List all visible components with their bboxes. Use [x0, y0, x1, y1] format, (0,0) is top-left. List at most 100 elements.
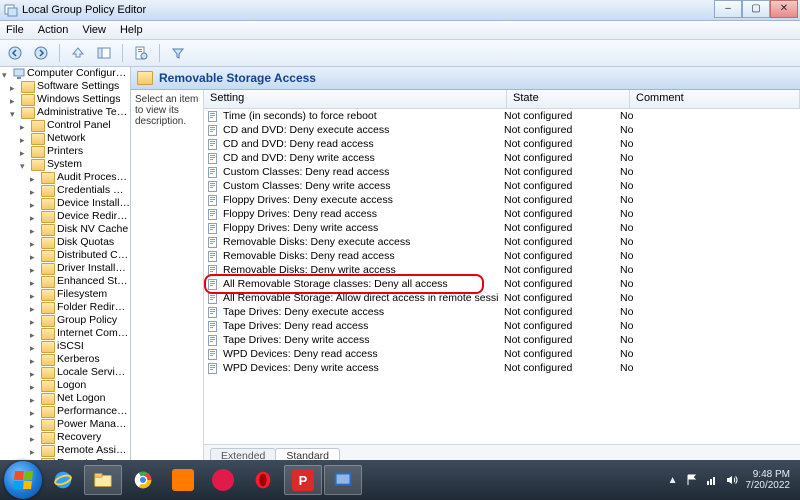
setting-row[interactable]: CD and DVD: Deny read accessNot configur…: [204, 137, 800, 151]
tree-twisty-icon[interactable]: [30, 251, 39, 260]
taskbar-app-icon-3[interactable]: P: [284, 465, 322, 495]
tray-up-icon[interactable]: ▲: [668, 475, 678, 486]
setting-row[interactable]: Tape Drives: Deny execute accessNot conf…: [204, 305, 800, 319]
tree-item[interactable]: Disk Quotas: [30, 236, 130, 249]
up-button[interactable]: [67, 42, 89, 64]
tree-twisty-icon[interactable]: [30, 173, 39, 182]
taskbar-app-icon-1[interactable]: [164, 465, 202, 495]
tree-twisty-icon[interactable]: [30, 420, 39, 429]
tree-twisty-icon[interactable]: [30, 277, 39, 286]
tree-twisty-icon[interactable]: [2, 69, 11, 78]
tree-item[interactable]: Windows Settings: [10, 93, 130, 106]
setting-row[interactable]: CD and DVD: Deny execute accessNot confi…: [204, 123, 800, 137]
titlebar[interactable]: Local Group Policy Editor – ▢ ✕: [0, 0, 800, 21]
tree-item[interactable]: Power Managemen: [30, 418, 130, 431]
maximize-button[interactable]: ▢: [742, 0, 770, 18]
tree-twisty-icon[interactable]: [30, 186, 39, 195]
start-button[interactable]: [4, 461, 42, 499]
tree-item[interactable]: Group Policy: [30, 314, 130, 327]
setting-row[interactable]: WPD Devices: Deny write accessNot config…: [204, 361, 800, 375]
tree-twisty-icon[interactable]: [10, 95, 19, 104]
tree-item[interactable]: Audit Process Crea: [30, 171, 130, 184]
setting-row[interactable]: All Removable Storage classes: Deny all …: [204, 277, 800, 291]
tree-item[interactable]: Internet Communic: [30, 327, 130, 340]
clock[interactable]: 9:48 PM 7/20/2022: [746, 469, 791, 491]
tree-twisty-icon[interactable]: [30, 238, 39, 247]
tree-item[interactable]: Printers: [20, 145, 130, 158]
tree-twisty-icon[interactable]: [30, 316, 39, 325]
setting-row[interactable]: Time (in seconds) to force rebootNot con…: [204, 109, 800, 123]
tree-item[interactable]: Administrative Templates: [10, 106, 130, 119]
menu-view[interactable]: View: [82, 24, 106, 36]
tree-twisty-icon[interactable]: [30, 381, 39, 390]
tree-item[interactable]: iSCSI: [30, 340, 130, 353]
tree-pane[interactable]: Computer ConfigurationSoftware SettingsW…: [0, 67, 131, 463]
tree-item[interactable]: Device Redirection: [30, 210, 130, 223]
tree-item[interactable]: Disk NV Cache: [30, 223, 130, 236]
tree-twisty-icon[interactable]: [20, 134, 29, 143]
tree-item[interactable]: Credentials Delega: [30, 184, 130, 197]
setting-row[interactable]: Floppy Drives: Deny execute accessNot co…: [204, 193, 800, 207]
volume-icon[interactable]: [726, 474, 738, 486]
tree-twisty-icon[interactable]: [30, 446, 39, 455]
tree-twisty-icon[interactable]: [30, 225, 39, 234]
tree-item[interactable]: Network: [20, 132, 130, 145]
tree-twisty-icon[interactable]: [30, 264, 39, 273]
tree-item[interactable]: Folder Redirection: [30, 301, 130, 314]
tree-twisty-icon[interactable]: [20, 147, 29, 156]
menu-help[interactable]: Help: [120, 24, 143, 36]
col-state[interactable]: State: [507, 90, 630, 108]
setting-row[interactable]: Custom Classes: Deny read accessNot conf…: [204, 165, 800, 179]
taskbar[interactable]: P ▲ 9:48 PM 7/20/2022: [0, 460, 800, 500]
tree-twisty-icon[interactable]: [30, 329, 39, 338]
tree-item[interactable]: Logon: [30, 379, 130, 392]
setting-row[interactable]: Floppy Drives: Deny read accessNot confi…: [204, 207, 800, 221]
setting-row[interactable]: WPD Devices: Deny read accessNot configu…: [204, 347, 800, 361]
setting-row[interactable]: Tape Drives: Deny read accessNot configu…: [204, 319, 800, 333]
filter-button[interactable]: [167, 42, 189, 64]
tree-twisty-icon[interactable]: [20, 160, 29, 169]
tree-item[interactable]: Filesystem: [30, 288, 130, 301]
tree-item[interactable]: Distributed COM: [30, 249, 130, 262]
tree-twisty-icon[interactable]: [10, 108, 19, 117]
tree-twisty-icon[interactable]: [30, 199, 39, 208]
setting-row[interactable]: Removable Disks: Deny write accessNot co…: [204, 263, 800, 277]
tree-item[interactable]: Kerberos: [30, 353, 130, 366]
tree-twisty-icon[interactable]: [30, 342, 39, 351]
settings-list[interactable]: Time (in seconds) to force rebootNot con…: [204, 109, 800, 444]
taskbar-opera-icon[interactable]: [244, 465, 282, 495]
tree-item[interactable]: Enhanced Storage: [30, 275, 130, 288]
tree-twisty-icon[interactable]: [30, 394, 39, 403]
tree-twisty-icon[interactable]: [30, 355, 39, 364]
tree-item[interactable]: Software Settings: [10, 80, 130, 93]
menu-file[interactable]: File: [6, 24, 24, 36]
column-headers[interactable]: Setting State Comment: [204, 90, 800, 109]
setting-row[interactable]: Removable Disks: Deny read accessNot con…: [204, 249, 800, 263]
tree-twisty-icon[interactable]: [20, 121, 29, 130]
taskbar-explorer-icon[interactable]: [84, 465, 122, 495]
taskbar-app-icon-2[interactable]: [204, 465, 242, 495]
properties-button[interactable]: [130, 42, 152, 64]
col-comment[interactable]: Comment: [630, 90, 800, 108]
setting-row[interactable]: Custom Classes: Deny write accessNot con…: [204, 179, 800, 193]
tree-twisty-icon[interactable]: [30, 212, 39, 221]
col-setting[interactable]: Setting: [204, 90, 507, 108]
tree-item[interactable]: Recovery: [30, 431, 130, 444]
setting-row[interactable]: Removable Disks: Deny execute accessNot …: [204, 235, 800, 249]
tree-twisty-icon[interactable]: [30, 407, 39, 416]
setting-row[interactable]: Tape Drives: Deny write accessNot config…: [204, 333, 800, 347]
taskbar-chrome-icon[interactable]: [124, 465, 162, 495]
tree-item[interactable]: System: [20, 158, 130, 171]
system-tray[interactable]: ▲ 9:48 PM 7/20/2022: [668, 469, 800, 491]
flag-icon[interactable]: [686, 474, 698, 486]
tree-twisty-icon[interactable]: [30, 290, 39, 299]
forward-button[interactable]: [30, 42, 52, 64]
tree-twisty-icon[interactable]: [30, 368, 39, 377]
minimize-button[interactable]: –: [714, 0, 742, 18]
tree-item[interactable]: Locale Services: [30, 366, 130, 379]
back-button[interactable]: [4, 42, 26, 64]
tree-item[interactable]: Control Panel: [20, 119, 130, 132]
close-button[interactable]: ✕: [770, 0, 798, 18]
tree-item[interactable]: Driver Installation: [30, 262, 130, 275]
tree-twisty-icon[interactable]: [10, 82, 19, 91]
